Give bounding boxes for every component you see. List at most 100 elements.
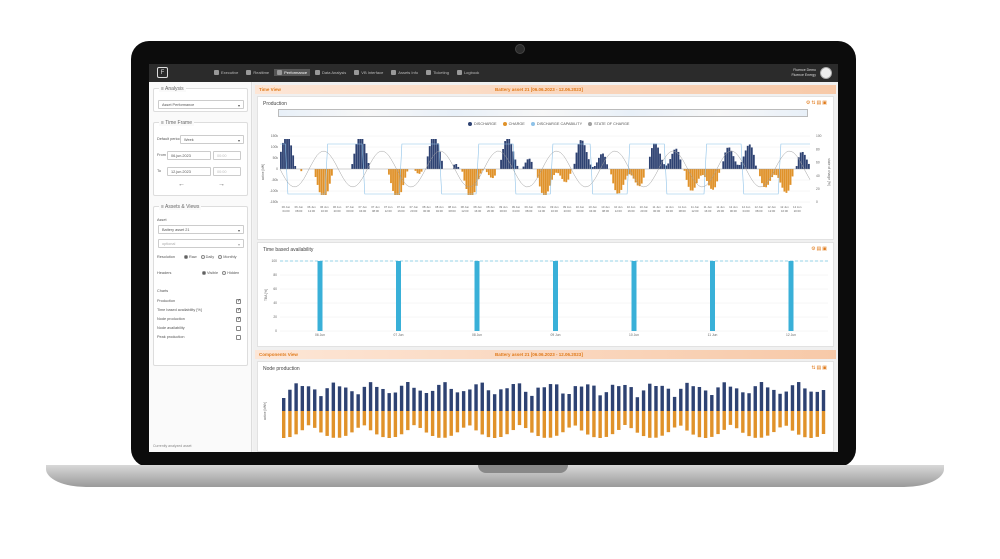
user-company: Fluence Energy [791, 72, 816, 77]
nav-item-ticketing[interactable]: Ticketing [423, 69, 452, 76]
assets-views-title[interactable]: ≡ Assets & Views [159, 204, 202, 210]
node-production-chart[interactable]: active [kWh] [258, 374, 835, 452]
avatar[interactable] [820, 67, 832, 79]
nav-item-performance[interactable]: Performance [274, 69, 311, 76]
nav-item-data-analysis[interactable]: Data Analysis [312, 69, 349, 76]
production-chart[interactable]: 150k 100k 50k 0 -50k -100k -150k 100 80 60 40 20 0 ac… [258, 130, 835, 240]
nav-item-vb-interface[interactable]: VB Interface [351, 69, 386, 76]
node-charge-bar [747, 411, 751, 437]
prev-period-button[interactable]: ← [178, 181, 185, 188]
from-date-input[interactable]: 06.jun.2023 [167, 151, 211, 160]
node-discharge-bar [474, 384, 478, 411]
node-discharge-bar [523, 391, 528, 411]
y2-tick-label: 20 [816, 187, 820, 191]
availability-card: Time based availability ⚙▤▣ 100 80 60 40 20 0… [257, 242, 834, 347]
legend-item[interactable]: STATE OF CHARGE [588, 122, 629, 126]
radio-hidden[interactable] [222, 271, 227, 275]
node-discharge-bar [306, 386, 311, 411]
discharge-bar [659, 153, 661, 169]
y-tick-label: -100k [270, 189, 279, 193]
chart-option-checkbox[interactable]: ✓ [236, 299, 241, 304]
production-legend: DISCHARGE CHARGE DISCHARGE CAPABILITY STATE… [468, 122, 629, 126]
availability-bar[interactable] [317, 261, 323, 331]
radio-monthly[interactable] [218, 255, 223, 259]
charge-bar [542, 169, 545, 195]
charge-bar [402, 169, 405, 186]
charge-bar [553, 169, 555, 176]
node-discharge-bar [722, 382, 726, 411]
node-discharge-bar [418, 390, 422, 411]
radio-visible[interactable] [202, 271, 206, 275]
resolution-options: Raw Daily Monthly [184, 255, 236, 259]
nav-icon [214, 70, 219, 75]
availability-bar[interactable] [553, 261, 558, 331]
from-time-input[interactable]: 00:00 [213, 151, 241, 160]
optional-select[interactable]: optional ▾ [158, 239, 244, 248]
analysis-select[interactable]: Asset Performance ▾ [158, 100, 244, 109]
to-time-input[interactable]: 00:00 [213, 167, 241, 176]
asset-label: Asset [157, 218, 167, 222]
chart-option-checkbox[interactable]: ✓ [236, 308, 241, 313]
legend-item[interactable]: DISCHARGE CAPABILITY [530, 122, 582, 126]
optional-select-value: optional [162, 242, 176, 246]
node-discharge-bar [641, 390, 646, 411]
node-discharge-bar [815, 391, 820, 411]
range-navigator[interactable] [278, 109, 808, 117]
production-tools[interactable]: ⚙⇅▤▣ [806, 100, 828, 106]
y-axis-label: TBA [%] [264, 289, 268, 301]
node-production-tools[interactable]: ⇅▤▣ [811, 365, 828, 371]
x-tick-time: 00:00 [500, 209, 507, 213]
chart-option-checkbox[interactable] [236, 335, 241, 340]
node-discharge-bar [362, 386, 367, 411]
node-charge-bar [697, 411, 702, 438]
charge-bar [712, 169, 714, 190]
charge-bar [316, 169, 319, 185]
chart-option-checkbox[interactable]: ✓ [236, 317, 241, 322]
charge-bar [697, 169, 700, 179]
availability-tools[interactable]: ⚙▤▣ [811, 246, 828, 252]
legend-item[interactable]: CHARGE [502, 122, 525, 126]
nav-item-executive[interactable]: Executive [211, 69, 241, 76]
availability-bar[interactable] [631, 261, 637, 331]
next-period-button[interactable]: → [218, 181, 225, 188]
to-date-input[interactable]: 12.jun.2023 [167, 167, 211, 176]
asset-select[interactable]: Battery asset 21 ▾ [158, 225, 244, 234]
discharge-bar [807, 163, 810, 169]
nav-item-assets-info[interactable]: Assets Info [388, 69, 421, 76]
discharge-bar [577, 144, 580, 169]
components-view-bar[interactable]: Components View Battery asset 21 [06.06.… [255, 350, 836, 359]
discharge-bar [516, 165, 519, 169]
analysis-title[interactable]: ≡ Analysis [159, 86, 186, 92]
radio-raw[interactable] [184, 255, 188, 259]
radio-daily[interactable] [200, 255, 205, 259]
time-view-bar[interactable]: Time View Battery asset 21 [06.06.2023 -… [255, 85, 836, 94]
availability-chart[interactable]: 100 80 60 40 20 0 TBA [%] 06 Jun 07 Jun 08 Jun 09 … [258, 255, 835, 347]
availability-bar[interactable] [788, 261, 794, 331]
node-charge-bar [809, 411, 813, 438]
radio-monthly-label: Monthly [223, 255, 237, 259]
default-period-select[interactable]: Week ▾ [180, 135, 244, 144]
node-discharge-bar [412, 387, 416, 411]
nav-item-realtime[interactable]: Realtime [243, 69, 272, 76]
charge-bar [781, 169, 784, 188]
node-charge-bar [734, 411, 739, 429]
node-charge-bar [474, 411, 478, 431]
availability-bar[interactable] [396, 261, 401, 331]
node-discharge-bar [784, 391, 788, 411]
app-logo[interactable]: F [157, 67, 168, 78]
nav-item-logbook[interactable]: Logbook [454, 69, 482, 76]
nav-label: Data Analysis [322, 70, 347, 75]
time-frame-title[interactable]: ≡ Time Frame [159, 120, 194, 126]
availability-bar[interactable] [474, 261, 480, 331]
node-discharge-bar [542, 387, 547, 411]
charge-bar [640, 169, 643, 184]
node-charge-bar [765, 411, 770, 436]
legend-item[interactable]: DISCHARGE [468, 122, 497, 126]
user-info[interactable]: Fluence Demo Fluence Energy [791, 68, 816, 77]
node-discharge-bar [449, 388, 453, 411]
chart-option-checkbox[interactable] [236, 326, 241, 331]
discharge-bar [353, 153, 356, 169]
x-tick-time: 16:00 [551, 209, 558, 213]
node-charge-bar [381, 411, 385, 438]
availability-bar[interactable] [710, 261, 715, 331]
